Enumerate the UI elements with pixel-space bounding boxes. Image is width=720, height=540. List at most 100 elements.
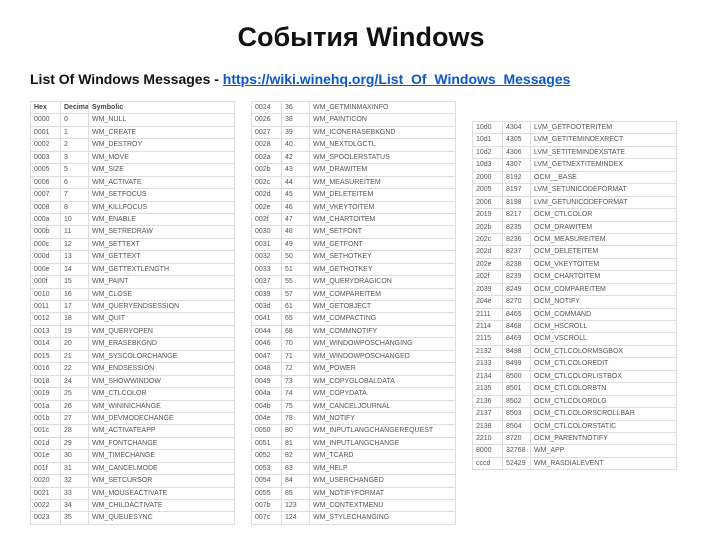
cell-hex: 004e: [252, 412, 282, 424]
cell-dec: 124: [282, 512, 310, 524]
cell-dec: 8249: [503, 283, 531, 295]
table-row: 005383WM_HELP: [252, 462, 456, 474]
table-row: 001824WM_SHOWWINDOW: [31, 375, 235, 387]
cell-hex: 007b: [252, 500, 282, 512]
cell-hex: 10d2: [473, 146, 503, 158]
cell-dec: 50: [282, 251, 310, 263]
cell-sym: LVM_GETFOOTERITEM: [531, 122, 677, 134]
cell-dec: 8197: [503, 184, 531, 196]
cell-sym: WM_GETFONT: [310, 238, 456, 250]
table-row: 002436WM_GETMINMAXINFO: [252, 102, 456, 114]
cell-sym: WM_SETCURSOR: [89, 475, 235, 487]
cell-sym: WM_SPOOLERSTATUS: [310, 151, 456, 163]
cell-sym: LVM_SETITEMINDEXSTATE: [531, 146, 677, 158]
table-row: 005080WM_INPUTLANGCHANGEREQUEST: [252, 425, 456, 437]
cell-hex: 2019: [473, 209, 503, 221]
cell-sym: WM_NOTIFYFORMAT: [310, 487, 456, 499]
table-row: 10d04304LVM_GETFOOTERITEM: [473, 122, 677, 134]
cell-dec: 29: [61, 437, 89, 449]
cell-dec: 123: [282, 500, 310, 512]
cell-hex: 001f: [31, 462, 61, 474]
cell-dec: 65: [282, 313, 310, 325]
cell-hex: 10d3: [473, 159, 503, 171]
cell-sym: WM_CLOSE: [89, 288, 235, 300]
cell-dec: 8198: [503, 196, 531, 208]
cell-dec: 85: [282, 487, 310, 499]
cell-sym: WM_VKEYTOITEM: [310, 201, 456, 213]
cell-hex: 001e: [31, 450, 61, 462]
table-row: 002234WM_CHILDACTIVATE: [31, 500, 235, 512]
header-hex: Hex: [31, 102, 61, 114]
cell-hex: 0022: [31, 500, 61, 512]
cell-sym: OCM_CTLCOLOR: [531, 209, 677, 221]
cell-sym: WM_SHOWWINDOW: [89, 375, 235, 387]
cell-hex: 2000: [473, 171, 503, 183]
cell-sym: WM_QUERYDRAGICON: [310, 276, 456, 288]
table-row: 002f47WM_CHARTOITEM: [252, 213, 456, 225]
messages-table-1: Hex Decimal Symbolic 00000WM_NULL00011WM…: [30, 101, 235, 525]
cell-hex: 0046: [252, 338, 282, 350]
cell-hex: 2115: [473, 333, 503, 345]
table-row: 21388504OCM_CTLCOLORSTATIC: [473, 420, 677, 432]
cell-hex: 2132: [473, 345, 503, 357]
cell-dec: 20: [61, 338, 89, 350]
cell-dec: 75: [282, 400, 310, 412]
cell-sym: OCM_CTLCOLORDLG: [531, 395, 677, 407]
cell-hex: 001a: [31, 400, 61, 412]
cell-sym: OCM_CTLCOLORBTN: [531, 383, 677, 395]
table-row: 003755WM_QUERYDRAGICON: [252, 276, 456, 288]
cell-sym: WM_TIMECHANGE: [89, 450, 235, 462]
table-row: 21118465OCM_COMMAND: [473, 308, 677, 320]
table-row: 004670WM_WINDOWPOSCHANGING: [252, 338, 456, 350]
cell-sym: OCM_CTLCOLORMSGBOX: [531, 345, 677, 357]
table-row: 004165WM_COMPACTING: [252, 313, 456, 325]
cell-dec: 74: [282, 388, 310, 400]
table-row: 004e78WM_NOTIFY: [252, 412, 456, 424]
cell-sym: WM_SETREDRAW: [89, 226, 235, 238]
table-row: 002739WM_ICONERASEBKGND: [252, 126, 456, 138]
table-row: 001622WM_ENDSESSION: [31, 363, 235, 375]
cell-sym: WM_GETHOTKEY: [310, 263, 456, 275]
cell-sym: OCM_COMMAND: [531, 308, 677, 320]
wiki-link[interactable]: https://wiki.winehq.org/List_Of_Windows_…: [223, 71, 571, 87]
cell-sym: WM_MOUSEACTIVATE: [89, 487, 235, 499]
cell-hex: 0030: [252, 226, 282, 238]
cell-dec: 8236: [503, 233, 531, 245]
cell-dec: 49: [282, 238, 310, 250]
table-row: 002b43WM_DRAWITEM: [252, 164, 456, 176]
cell-sym: WM_WINDOWPOSCHANGED: [310, 350, 456, 362]
cell-sym: WM_PAINTICON: [310, 114, 456, 126]
table-row: 005181WM_INPUTLANGCHANGE: [252, 437, 456, 449]
table-row: 000d13WM_GETTEXT: [31, 251, 235, 263]
cell-hex: 0012: [31, 313, 61, 325]
cell-sym: OCM_HSCROLL: [531, 321, 677, 333]
table-row: cccd52429WM_RASDIALEVENT: [473, 457, 677, 469]
cell-dec: 38: [282, 114, 310, 126]
cell-dec: 31: [61, 462, 89, 474]
cell-hex: 0001: [31, 126, 61, 138]
table-row: 002638WM_PAINTICON: [252, 114, 456, 126]
table-row: 21338499OCM_CTLCOLOREDIT: [473, 358, 677, 370]
table-row: 004973WM_COPYGLOBALDATA: [252, 375, 456, 387]
cell-sym: WM_CONTEXTMENU: [310, 500, 456, 512]
cell-dec: 8498: [503, 345, 531, 357]
cell-hex: 2114: [473, 321, 503, 333]
table-row: 004468WM_COMMNOTIFY: [252, 325, 456, 337]
cell-hex: 2006: [473, 196, 503, 208]
cell-hex: 0000: [31, 114, 61, 126]
cell-hex: 004a: [252, 388, 282, 400]
cell-sym: WM_ERASEBKGND: [89, 338, 235, 350]
table-row: 20058197LVM_SETUNICODEFORMAT: [473, 184, 677, 196]
cell-hex: 202c: [473, 233, 503, 245]
cell-sym: WM_SETHOTKEY: [310, 251, 456, 263]
table-row: 002335WM_QUEUESYNC: [31, 512, 235, 524]
cell-hex: 002b: [252, 164, 282, 176]
cell-sym: WM_COMPACTING: [310, 313, 456, 325]
table-row: 005282WM_TCARD: [252, 450, 456, 462]
cell-sym: OCM_VKEYTOITEM: [531, 258, 677, 270]
cell-hex: 0047: [252, 350, 282, 362]
cell-dec: 8217: [503, 209, 531, 221]
table-row: 21348500OCM_CTLCOLORLISTBOX: [473, 370, 677, 382]
cell-hex: 0008: [31, 201, 61, 213]
cell-sym: WM_GETTEXTLENGTH: [89, 263, 235, 275]
